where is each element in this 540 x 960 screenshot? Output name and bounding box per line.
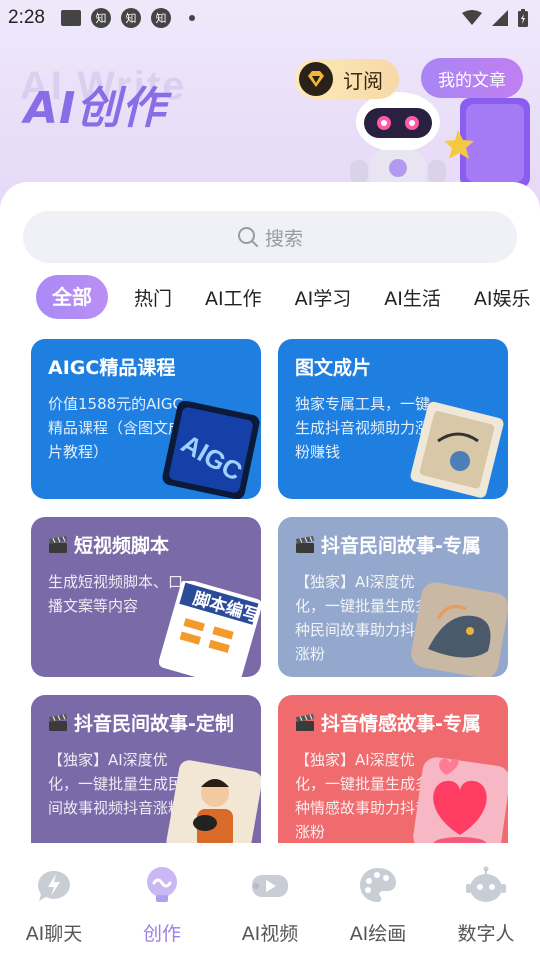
aigc-art-image: AIGC [162,401,260,499]
nav-ai-painting[interactable]: AI绘画 [324,865,432,960]
card-title-text: 抖音民间故事-定制 [74,713,234,735]
signal-icon [492,10,508,26]
world-book-art-image [410,401,504,498]
search-input[interactable]: 搜索 [23,211,517,263]
card-title: 抖音民间故事-定制 [48,709,261,736]
card-short-video-script[interactable]: 短视频脚本 生成短视频脚本、口播文案等内容 脚本编写 [31,517,261,677]
card-title-text: 抖音情感故事-专属 [321,713,481,735]
nav-create[interactable]: 创作 [108,865,216,960]
nav-label: AI绘画 [349,923,407,945]
zhihu-notification-icon: 知 [90,8,111,28]
card-title: AIGC精品课程 [48,353,261,380]
zhihu-notification-icon: 知 [150,8,171,28]
my-articles-button[interactable]: 我的文章 [421,58,523,98]
nav-label: 数字人 [457,923,515,945]
card-title-text: 抖音民间故事-专属 [321,535,481,557]
page-title: AI创作 [24,83,167,134]
robot-head-icon [466,866,506,902]
status-time: 2:28 [8,7,45,28]
card-title-text: 短视频脚本 [74,535,170,557]
nav-digital-human[interactable]: 数字人 [432,865,540,960]
clapperboard-icon [49,713,67,731]
search-placeholder: 搜索 [264,227,303,250]
nav-ai-chat[interactable]: AI聊天 [0,865,108,960]
card-folk-story-custom[interactable]: 抖音民间故事-定制 【独家】AI深度优化，一键批量生成民间故事视频抖音涨粉 [31,695,261,843]
tab-ai-entertainment[interactable]: AI娱乐 [474,284,531,311]
card-emotion-story-exclusive[interactable]: 抖音情感故事-专属 【独家】AI深度优化，一键批量生成多种情感故事助力抖音涨粉 [278,695,508,843]
tab-ai-study[interactable]: AI学习 [295,284,352,311]
tab-ai-life[interactable]: AI生活 [384,284,441,311]
dragon-art-image [411,582,508,677]
search-icon [237,227,258,247]
card-grid-overflow: 抖音民间故事-定制 【独家】AI深度优化，一键批量生成民间故事视频抖音涨粉 抖音… [0,690,540,843]
card-title: 抖音情感故事-专属 [295,709,508,736]
vip-diamond-icon [299,62,333,96]
tab-ai-work[interactable]: AI工作 [205,284,262,311]
chat-bolt-icon [37,870,70,901]
system-icons [462,9,528,27]
more-notifications-dot-icon [188,15,195,21]
wifi-icon [462,10,482,25]
nav-ai-video[interactable]: AI视频 [216,865,324,960]
subscribe-label: 订阅 [343,68,383,93]
create-bulb-icon [147,867,177,902]
card-image-video[interactable]: 图文成片 独家专属工具，一键生成抖音视频助力涨粉赚钱 [278,339,508,499]
clapperboard-icon [296,713,314,731]
card-folk-story-exclusive[interactable]: 抖音民间故事-专属 【独家】AI深度优化，一键批量生成多种民间故事助力抖音涨粉 [278,517,508,677]
nav-label: AI聊天 [25,923,83,945]
nav-label: AI视频 [241,923,299,945]
subscribe-button[interactable]: 订阅 [295,59,399,99]
video-camera-icon [252,875,288,897]
card-title: 图文成片 [295,353,508,380]
palette-icon [360,868,396,902]
gallery-notification-icon [60,10,81,26]
battery-icon [518,9,528,27]
clapperboard-icon [49,535,67,553]
card-title-text: 图文成片 [295,357,372,379]
status-bar: 2:28 知 知 知 [0,0,540,36]
clapperboard-icon [296,535,314,553]
card-title: 抖音民间故事-专属 [295,531,508,558]
category-tabs: 全部 热门 AI工作 AI学习 AI生活 AI娱乐 [36,275,540,319]
nav-label: 创作 [142,923,181,945]
heart-art-image [413,757,508,843]
card-title-text: AIGC精品课程 [48,357,176,379]
tab-all[interactable]: 全部 [36,275,108,319]
bottom-navigation: AI聊天 创作 AI视频 AI绘画 数字人 [0,843,540,960]
tab-hot[interactable]: 热门 [134,284,172,311]
card-title: 短视频脚本 [48,531,261,558]
zhihu-notification-icon: 知 [120,8,141,28]
notification-icons: 知 知 知 [60,8,195,28]
card-aigc-course[interactable]: AIGC精品课程 价值1588元的AIGC精品课程（含图文成片教程） AIGC [31,339,261,499]
script-writing-art-image: 脚本编写 [159,581,261,677]
boy-art-image [166,760,261,843]
